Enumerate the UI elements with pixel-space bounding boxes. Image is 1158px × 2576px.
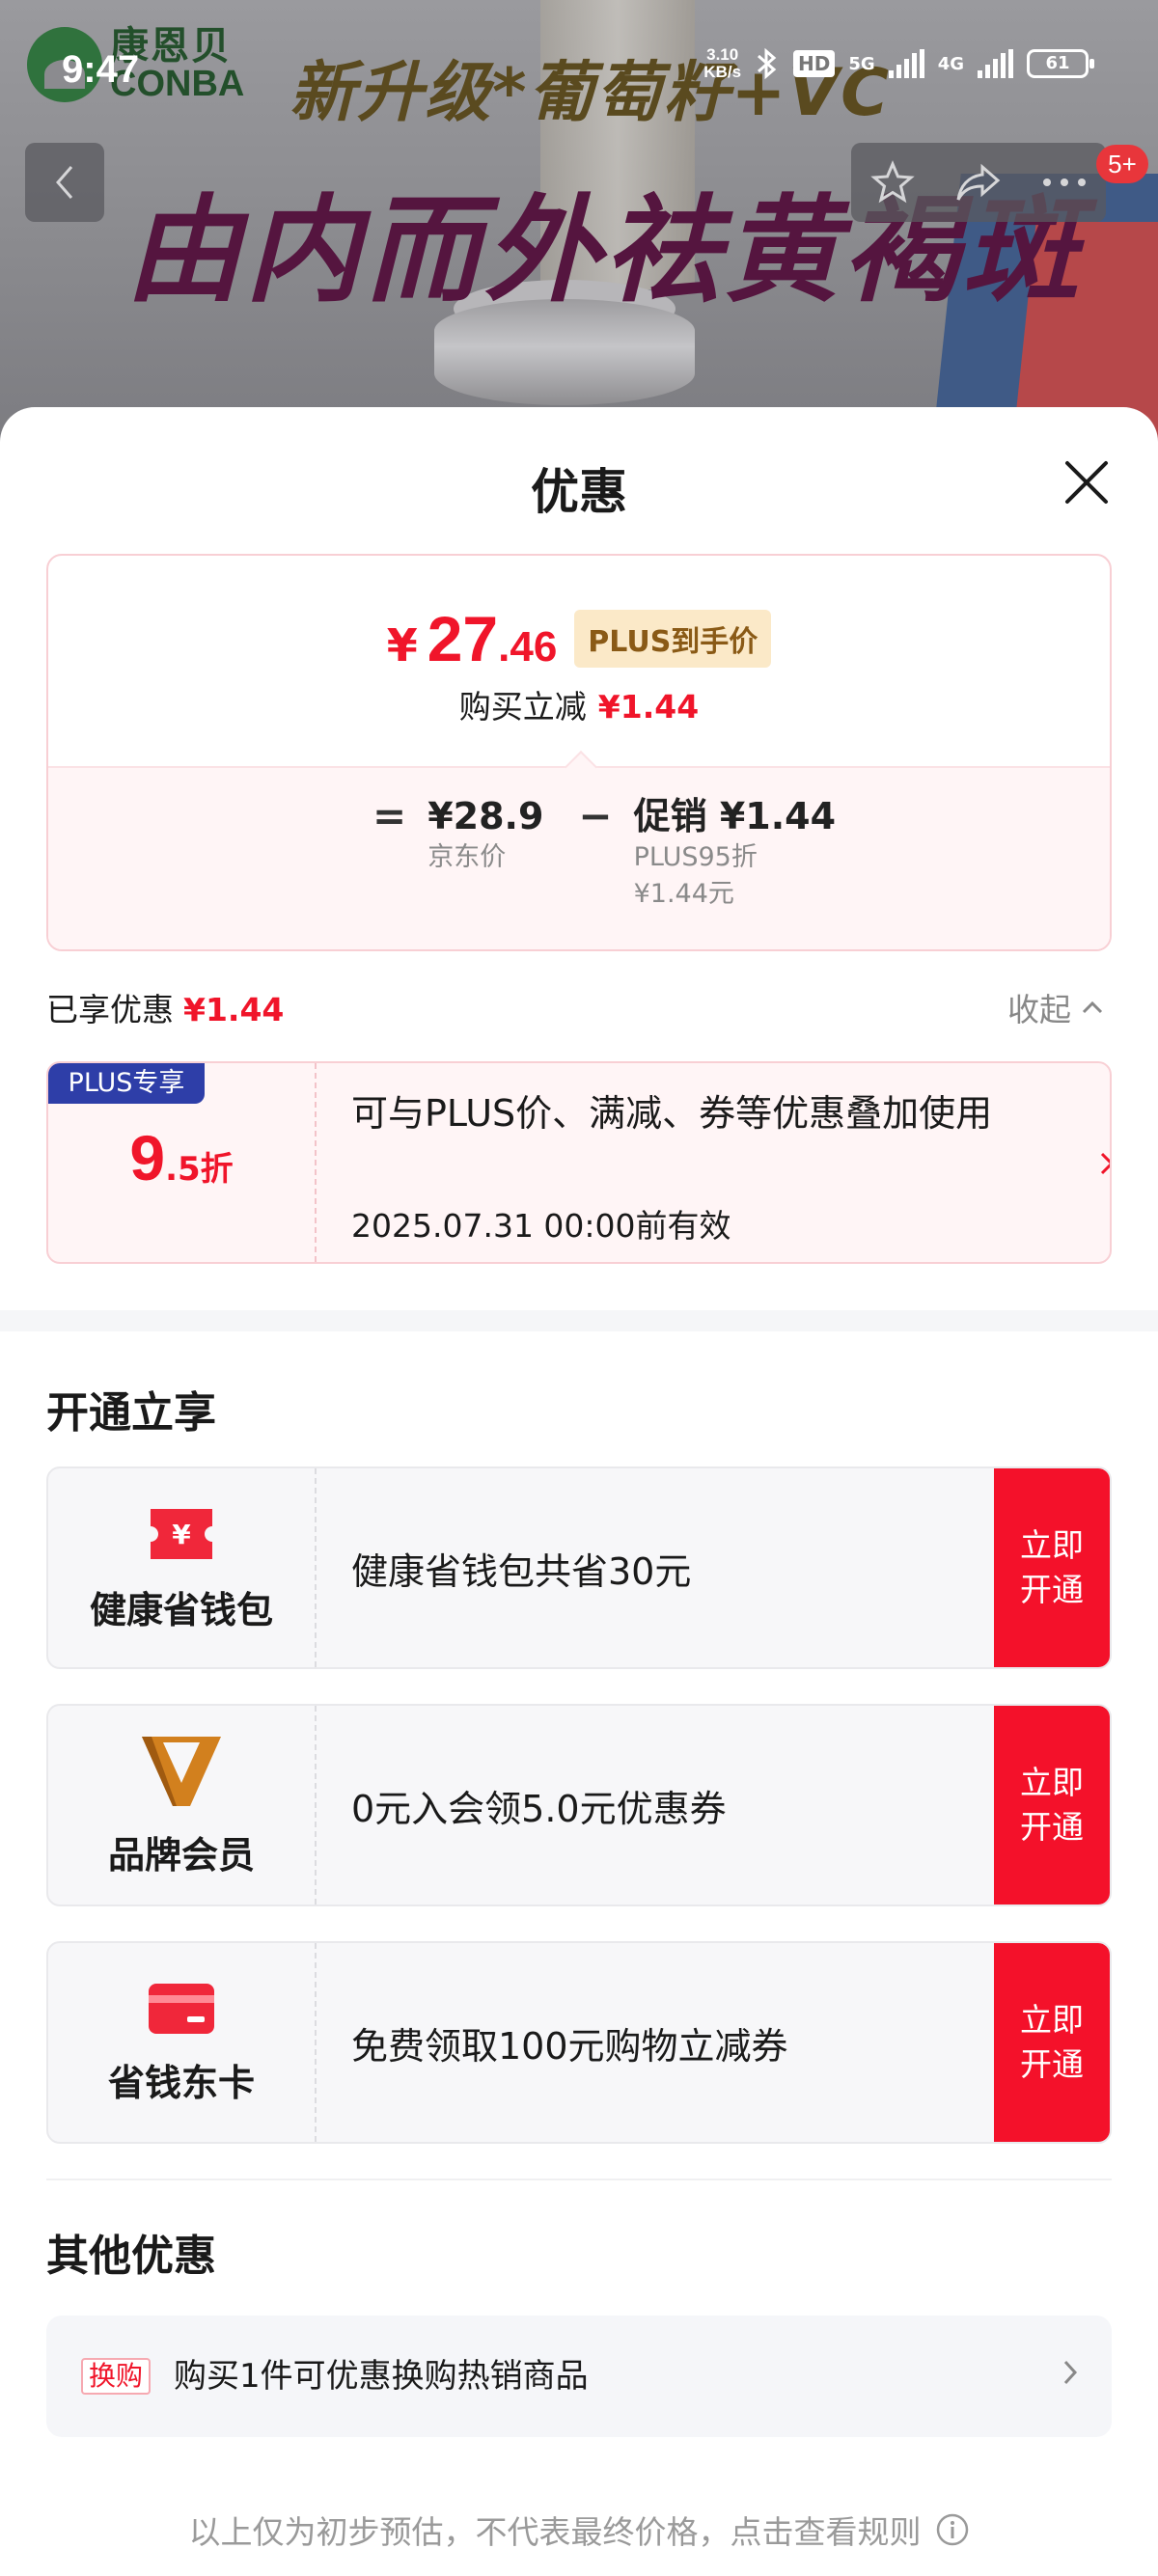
promo-detail-1: PLUS95折 [633, 842, 758, 872]
price-decimal: .46 [498, 623, 558, 671]
enjoyed-discount: 已享优惠 ¥1.44 [46, 984, 284, 1030]
chevron-right-icon [1063, 2360, 1078, 2385]
open-now-label: 立即开通 [1020, 2001, 1084, 2083]
chevron-up-icon [1082, 1000, 1103, 1014]
card-icon [149, 1983, 214, 2034]
section-divider [46, 2179, 1112, 2180]
status-time: 9:47 [62, 48, 140, 91]
rules-note-text: 以上仅为初步预估，不代表最终价格，点击查看规则 [188, 2513, 922, 2551]
discount-unit: .5折 [165, 1150, 234, 1189]
share-icon[interactable] [953, 159, 1004, 206]
open-card-jd-card: 省钱东卡 免费领取100元购物立减券 立即开通 [46, 1941, 1112, 2144]
enjoyed-label: 已享优惠 [46, 991, 174, 1028]
open-now-button[interactable]: 立即开通 [994, 1468, 1110, 1667]
more-dots-icon[interactable] [1041, 177, 1088, 188]
open-section-title: 开通立享 [46, 1388, 216, 1438]
section-divider [0, 1310, 1158, 1331]
open-item-name: 健康省钱包 [89, 1588, 273, 1631]
open-card-health-wallet: ¥ 健康省钱包 健康省钱包共省30元 立即开通 [46, 1466, 1112, 1669]
open-card-brand-member: 品牌会员 0元入会领5.0元优惠券 立即开通 [46, 1704, 1112, 1906]
reduce-label: 购买立减 [458, 688, 587, 726]
close-icon[interactable] [1054, 450, 1119, 515]
signal-4g-icon [978, 49, 1013, 78]
sheet-title: 优惠 [531, 464, 627, 520]
open-now-button[interactable]: 立即开通 [994, 1706, 1110, 1905]
open-now-label: 立即开通 [1020, 1526, 1084, 1608]
promo-detail-2: ¥1.44元 [633, 879, 734, 909]
chevron-left-icon [56, 166, 73, 199]
exchange-tag: 换购 [81, 2358, 152, 2395]
chevron-right-icon [1100, 1152, 1110, 1175]
price-summary-card: ¥ 27.46 PLUS到手价 购买立减 ¥1.44 = ¥28.9 京东价 − … [46, 554, 1112, 951]
collapse-label: 收起 [1007, 991, 1071, 1028]
brand-v-icon [142, 1736, 221, 1806]
coupon-divider [315, 1063, 317, 1262]
discount-sheet: 优惠 ¥ 27.46 PLUS到手价 购买立减 ¥1.44 = ¥28.9 京东价… [0, 407, 1158, 2576]
exchange-offer-text: 购买1件可优惠换购热销商品 [174, 2357, 589, 2396]
network-5g-label: 5G [848, 53, 875, 74]
exchange-offer-row[interactable]: 换购 购买1件可优惠换购热销商品 [46, 2316, 1112, 2437]
reduce-line: 购买立减 ¥1.44 [48, 681, 1110, 727]
discount-number: 9 [129, 1122, 166, 1193]
jd-price-value: ¥28.9 [427, 795, 544, 837]
other-section-title: 其他优惠 [46, 2232, 216, 2281]
favorite-star-icon[interactable] [869, 159, 916, 206]
signal-5g-icon [888, 49, 924, 78]
collapse-button[interactable]: 收起 [1007, 984, 1104, 1030]
back-button[interactable] [25, 143, 104, 222]
minus-sign: − [578, 792, 613, 839]
status-bar: 9:47 3.10 KB/s HD 5G 4G 61 [0, 0, 1158, 135]
svg-text:¥: ¥ [172, 1519, 191, 1550]
bluetooth-icon [758, 47, 777, 80]
card-divider [315, 1468, 317, 1667]
open-item-name: 省钱东卡 [107, 2061, 255, 2104]
battery-icon: 61 [1027, 49, 1094, 78]
open-item-desc: 健康省钱包共省30元 [351, 1549, 692, 1593]
reduce-value: ¥1.44 [597, 688, 700, 726]
open-item-name: 品牌会员 [107, 1833, 255, 1877]
coupon-discount: 9.5折 [48, 1121, 315, 1194]
plus-price-tag: PLUS到手价 [574, 610, 772, 668]
battery-level: 61 [1045, 53, 1070, 73]
promo-value: 促销 ¥1.44 [633, 795, 837, 837]
price-formula: = ¥28.9 京东价 − 促销 ¥1.44 PLUS95折 ¥1.44元 [372, 793, 836, 913]
open-item-desc: 免费领取100元购物立减券 [351, 2024, 788, 2068]
message-count-badge: 5+ [1096, 145, 1148, 183]
coupon-validity: 2025.07.31 00:00前有效 [351, 1207, 731, 1245]
rules-note-link[interactable]: 以上仅为初步预估，不代表最终价格，点击查看规则 [0, 2507, 1158, 2553]
top-action-group [851, 143, 1106, 222]
open-item-desc: 0元入会领5.0元优惠券 [351, 1787, 727, 1830]
final-price: ¥ 27.46 PLUS到手价 [48, 602, 1110, 675]
price-currency: ¥ [386, 619, 418, 671]
network-4g-label: 4G [937, 53, 964, 74]
open-now-button[interactable]: 立即开通 [994, 1943, 1110, 2142]
network-speed: 3.10 KB/s [703, 46, 741, 81]
plus-exclusive-tag: PLUS专享 [48, 1063, 205, 1104]
jd-price-label: 京东价 [427, 842, 507, 872]
card-divider [315, 1943, 317, 2142]
card-divider [315, 1706, 317, 1905]
equals-sign: = [372, 792, 407, 839]
network-speed-value: 3.10 [706, 45, 739, 64]
price-integer: 27 [427, 603, 499, 674]
info-icon [936, 2513, 968, 2546]
coupon-description: 可与PLUS价、满减、券等优惠叠加使用 [351, 1092, 993, 1135]
enjoyed-value: ¥1.44 [183, 991, 285, 1028]
open-now-label: 立即开通 [1020, 1764, 1084, 1846]
plus-coupon-card[interactable]: PLUS专享 9.5折 可与PLUS价、满减、券等优惠叠加使用 2025.07.… [46, 1061, 1112, 1264]
network-speed-unit: KB/s [703, 63, 742, 81]
ticket-icon: ¥ [151, 1508, 212, 1559]
hd-voice-icon: HD [793, 50, 836, 77]
